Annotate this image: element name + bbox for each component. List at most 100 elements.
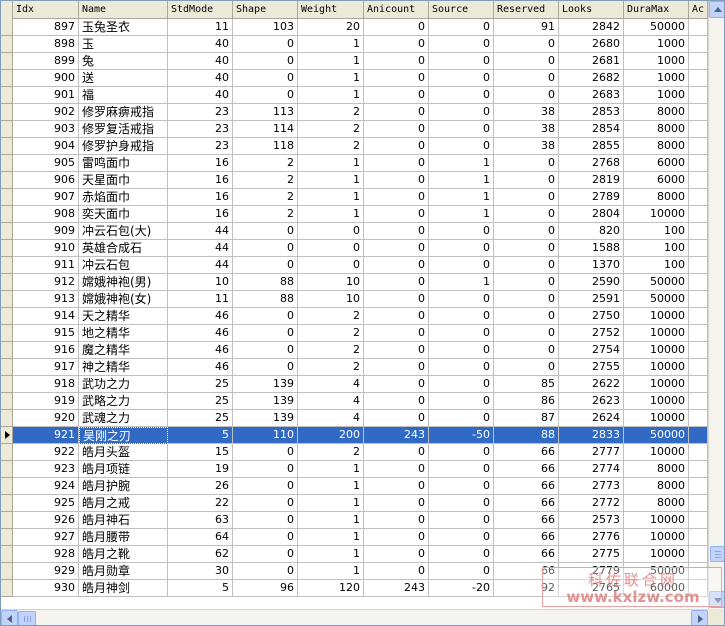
cell-source[interactable]: 1 [429, 206, 494, 223]
cell-anicount[interactable]: 0 [364, 36, 429, 53]
row-indicator[interactable] [1, 36, 13, 53]
cell-reserved[interactable]: 88 [494, 427, 559, 444]
table-row[interactable]: 904 修罗护身戒指 23 118 2 0 0 38 2855 8000 [1, 138, 708, 155]
cell-shape[interactable]: 0 [233, 359, 298, 376]
row-indicator[interactable] [1, 19, 13, 36]
cell-duramax[interactable]: 1000 [624, 87, 689, 104]
cell-ac[interactable] [689, 512, 708, 529]
cell-duramax[interactable]: 10000 [624, 444, 689, 461]
cell-idx[interactable]: 909 [13, 223, 79, 240]
cell-weight[interactable]: 2 [298, 444, 364, 461]
cell-ac[interactable] [689, 427, 708, 444]
table-row[interactable]: 914 天之精华 46 0 2 0 0 0 2750 10000 [1, 308, 708, 325]
cell-ac[interactable] [689, 308, 708, 325]
cell-weight[interactable]: 0 [298, 257, 364, 274]
table-row[interactable]: 900 送 40 0 1 0 0 0 2682 1000 [1, 70, 708, 87]
cell-source[interactable]: 0 [429, 512, 494, 529]
cell-duramax[interactable]: 10000 [624, 206, 689, 223]
cell-source[interactable]: 0 [429, 461, 494, 478]
cell-duramax[interactable]: 6000 [624, 155, 689, 172]
cell-weight[interactable]: 1 [298, 529, 364, 546]
cell-source[interactable]: 0 [429, 104, 494, 121]
cell-duramax[interactable]: 8000 [624, 478, 689, 495]
cell-stdmode[interactable]: 16 [168, 206, 233, 223]
row-indicator[interactable] [1, 291, 13, 308]
cell-reserved[interactable]: 66 [494, 444, 559, 461]
cell-idx[interactable]: 900 [13, 70, 79, 87]
cell-shape[interactable]: 103 [233, 19, 298, 36]
cell-name[interactable]: 皓月神剑 [79, 580, 168, 597]
column-header-idx[interactable]: Idx [13, 1, 79, 19]
cell-weight[interactable]: 2 [298, 359, 364, 376]
cell-stdmode[interactable]: 64 [168, 529, 233, 546]
cell-stdmode[interactable]: 16 [168, 155, 233, 172]
cell-anicount[interactable]: 0 [364, 291, 429, 308]
cell-weight[interactable]: 0 [298, 223, 364, 240]
cell-weight[interactable]: 20 [298, 19, 364, 36]
table-row[interactable]: 905 雷鸣面巾 16 2 1 0 1 0 2768 6000 [1, 155, 708, 172]
cell-weight[interactable]: 2 [298, 104, 364, 121]
cell-shape[interactable]: 0 [233, 546, 298, 563]
cell-source[interactable]: 0 [429, 376, 494, 393]
cell-idx[interactable]: 908 [13, 206, 79, 223]
cell-shape[interactable]: 113 [233, 104, 298, 121]
cell-reserved[interactable]: 0 [494, 308, 559, 325]
cell-weight[interactable]: 1 [298, 546, 364, 563]
cell-anicount[interactable]: 0 [364, 138, 429, 155]
cell-reserved[interactable]: 0 [494, 240, 559, 257]
cell-idx[interactable]: 930 [13, 580, 79, 597]
cell-source[interactable]: 0 [429, 410, 494, 427]
cell-source[interactable]: 0 [429, 563, 494, 580]
cell-reserved[interactable]: 66 [494, 495, 559, 512]
cell-anicount[interactable]: 0 [364, 512, 429, 529]
cell-ac[interactable] [689, 240, 708, 257]
cell-idx[interactable]: 921 [13, 427, 79, 444]
table-row[interactable]: 899 兔 40 0 1 0 0 0 2681 1000 [1, 53, 708, 70]
cell-anicount[interactable]: 0 [364, 172, 429, 189]
cell-reserved[interactable]: 91 [494, 19, 559, 36]
cell-anicount[interactable]: 0 [364, 189, 429, 206]
cell-shape[interactable]: 0 [233, 325, 298, 342]
row-indicator[interactable] [1, 172, 13, 189]
row-indicator[interactable] [1, 529, 13, 546]
cell-stdmode[interactable]: 10 [168, 274, 233, 291]
cell-idx[interactable]: 902 [13, 104, 79, 121]
cell-shape[interactable]: 0 [233, 512, 298, 529]
cell-reserved[interactable]: 66 [494, 512, 559, 529]
cell-reserved[interactable]: 86 [494, 393, 559, 410]
cell-reserved[interactable]: 38 [494, 104, 559, 121]
cell-idx[interactable]: 922 [13, 444, 79, 461]
table-row[interactable]: 907 赤焰面巾 16 2 1 0 1 0 2789 8000 [1, 189, 708, 206]
cell-reserved[interactable]: 38 [494, 121, 559, 138]
cell-shape[interactable]: 0 [233, 53, 298, 70]
row-indicator[interactable] [1, 87, 13, 104]
cell-stdmode[interactable]: 25 [168, 410, 233, 427]
cell-weight[interactable]: 1 [298, 189, 364, 206]
table-row[interactable]: 919 武略之力 25 139 4 0 0 86 2623 10000 [1, 393, 708, 410]
cell-anicount[interactable]: 0 [364, 53, 429, 70]
cell-looks[interactable]: 2750 [559, 308, 624, 325]
cell-shape[interactable]: 0 [233, 444, 298, 461]
cell-weight[interactable]: 1 [298, 155, 364, 172]
row-indicator[interactable] [1, 478, 13, 495]
cell-shape[interactable]: 110 [233, 427, 298, 444]
table-row-selected[interactable]: 921 昊刚之刃 5 110 200 243 -50 88 2833 50000 [1, 427, 708, 444]
cell-duramax[interactable]: 100 [624, 223, 689, 240]
row-indicator[interactable] [1, 444, 13, 461]
cell-source[interactable]: 0 [429, 291, 494, 308]
cell-reserved[interactable]: 0 [494, 274, 559, 291]
cell-source[interactable]: 0 [429, 478, 494, 495]
cell-looks[interactable]: 2789 [559, 189, 624, 206]
table-row[interactable]: 902 修罗麻痹戒指 23 113 2 0 0 38 2853 8000 [1, 104, 708, 121]
table-row[interactable]: 922 皓月头盔 15 0 2 0 0 66 2777 10000 [1, 444, 708, 461]
cell-source[interactable]: 0 [429, 257, 494, 274]
cell-shape[interactable]: 0 [233, 36, 298, 53]
cell-shape[interactable]: 0 [233, 240, 298, 257]
cell-stdmode[interactable]: 5 [168, 580, 233, 597]
cell-anicount[interactable]: 0 [364, 308, 429, 325]
cell-anicount[interactable]: 0 [364, 257, 429, 274]
cell-name[interactable]: 魔之精华 [79, 342, 168, 359]
row-indicator[interactable] [1, 427, 13, 444]
cell-duramax[interactable]: 50000 [624, 427, 689, 444]
cell-weight[interactable]: 1 [298, 495, 364, 512]
